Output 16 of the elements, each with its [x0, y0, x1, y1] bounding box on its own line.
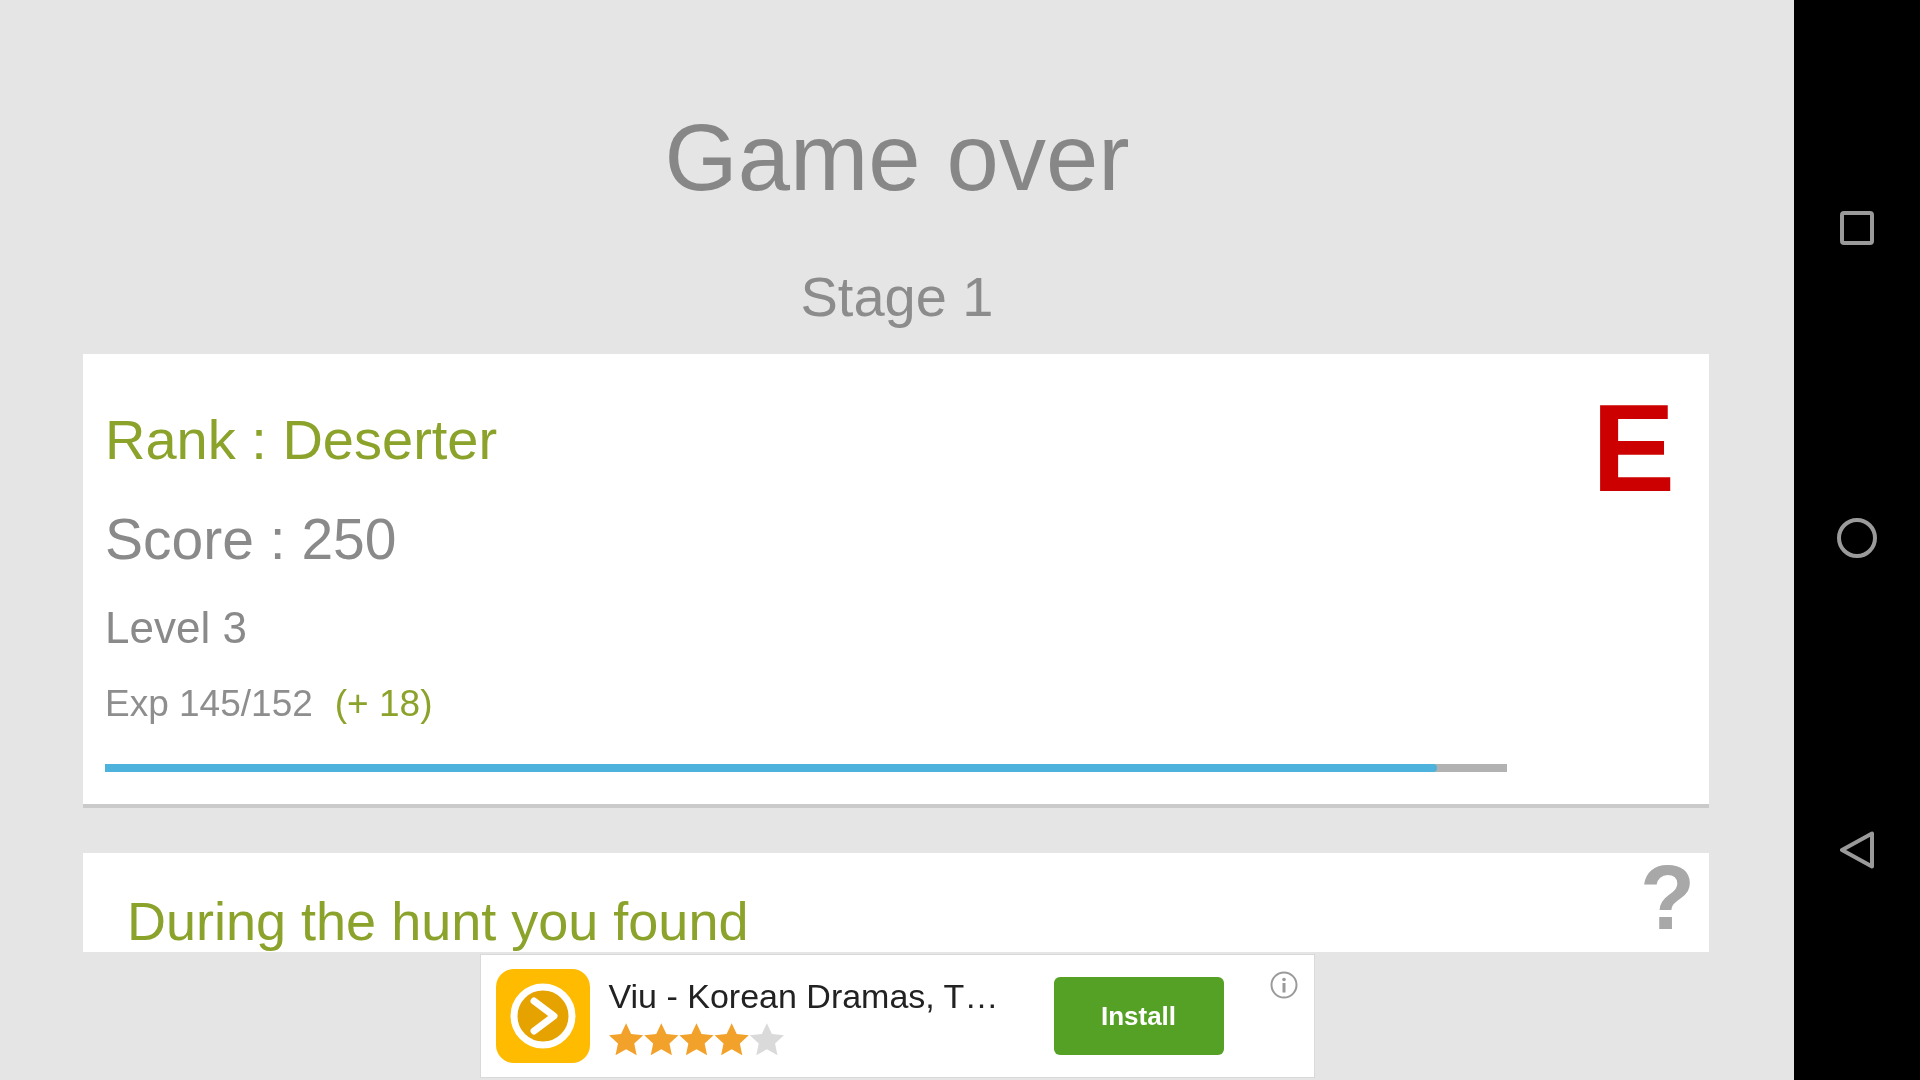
- back-icon[interactable]: [1839, 831, 1875, 869]
- exp-gain-text: (+ 18): [334, 681, 433, 726]
- grade-letter: E: [1591, 384, 1675, 510]
- ad-title[interactable]: Viu - Korean Dramas, T…: [608, 976, 999, 1017]
- install-button[interactable]: Install: [1053, 977, 1224, 1055]
- score-text: Score : 250: [105, 505, 397, 573]
- info-icon[interactable]: [1269, 971, 1298, 999]
- exp-text: Exp 145/152: [105, 681, 313, 726]
- square-icon[interactable]: [1840, 211, 1874, 245]
- game-over-title: Game over: [664, 106, 1130, 210]
- help-question-mark[interactable]: ?: [1640, 853, 1695, 944]
- level-text: Level 3: [105, 602, 247, 655]
- stage-label: Stage 1: [800, 264, 994, 331]
- rank-text: Rank : Deserter: [105, 406, 498, 473]
- circle-icon[interactable]: [1837, 518, 1877, 558]
- hunt-heading: During the hunt you found: [127, 890, 749, 953]
